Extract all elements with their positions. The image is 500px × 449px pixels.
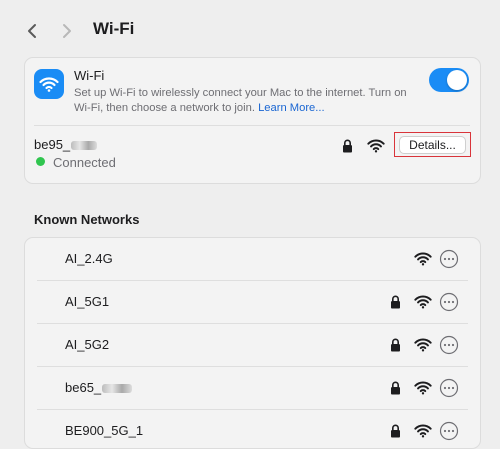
card-divider [34,125,470,126]
wifi-signal-icon [414,381,432,395]
details-button[interactable]: Details... [399,136,466,154]
wifi-icon [39,77,59,92]
chevron-left-icon [28,24,36,38]
connection-status: Connected [53,155,116,170]
lock-icon [343,139,352,153]
lock-icon [391,338,400,352]
more-options-icon[interactable] [439,249,459,269]
current-network-name-text: be95_ [34,137,71,152]
connected-status-dot [36,157,45,166]
wifi-description: Set up Wi-Fi to wirelessly connect your … [74,86,420,116]
wifi-description-text: Set up Wi-Fi to wirelessly connect your … [74,87,407,114]
wifi-signal-icon [367,139,385,153]
more-options-icon[interactable] [439,335,459,355]
network-name-text: be65_ [65,380,102,395]
redacted-text [71,141,98,151]
network-name: AI_5G1 [65,294,110,309]
more-options-icon[interactable] [439,421,459,441]
network-name: AI_2.4G [65,251,113,266]
network-name: BE900_5G_1 [65,423,144,438]
back-button[interactable] [20,18,44,44]
wifi-signal-icon [414,338,432,352]
known-network-row[interactable]: AI_2.4G [25,238,480,281]
lock-icon [391,381,400,395]
wifi-label: Wi-Fi [74,68,105,83]
known-networks-heading: Known Networks [34,212,140,227]
toggle-knob [447,70,467,90]
wifi-toggle[interactable] [429,68,469,92]
known-network-row[interactable]: AI_5G1 [25,281,480,324]
current-network-name: be95_ [34,137,98,152]
chevron-right-icon [63,24,71,38]
known-network-row[interactable]: be65_ [25,367,480,410]
redacted-text [102,384,133,394]
wifi-signal-icon [414,252,432,266]
more-options-icon[interactable] [439,378,459,398]
known-networks-list: AI_2.4G AI_5G1 AI_5G2 be65_ BE900_5G_1 [24,237,481,449]
learn-more-link[interactable]: Learn More... [258,102,325,114]
page-title: Wi-Fi [93,19,135,38]
network-name: be65_ [65,380,133,395]
network-name: AI_5G2 [65,337,110,352]
wifi-signal-icon [414,424,432,438]
wifi-app-icon [34,69,64,99]
forward-button[interactable] [55,18,79,44]
lock-icon [391,295,400,309]
wifi-signal-icon [414,295,432,309]
known-network-row[interactable]: AI_5G2 [25,324,480,367]
lock-icon [391,424,400,438]
more-options-icon[interactable] [439,292,459,312]
